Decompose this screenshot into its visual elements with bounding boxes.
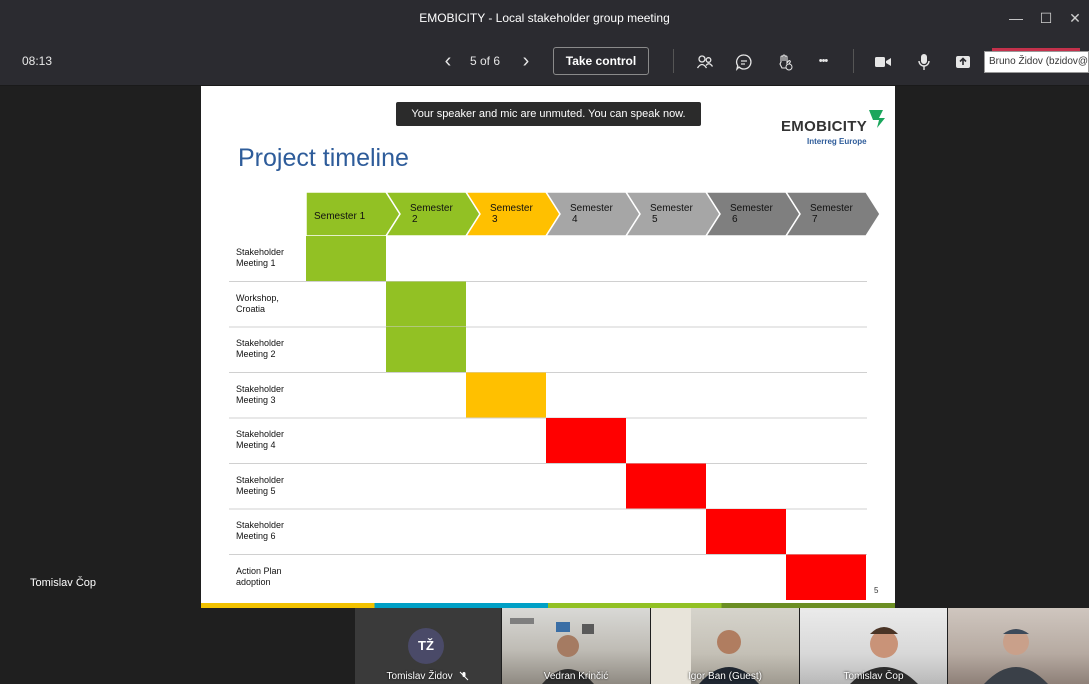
chat-icon (735, 54, 752, 72)
semester-number: 4 (572, 214, 578, 225)
semester-label: Semester (490, 203, 533, 214)
toolbar-divider (673, 49, 674, 73)
shared-slide: Project timeline EMOBICITY Interreg Euro… (201, 86, 895, 608)
previous-slide-button[interactable]: ‹ (440, 36, 456, 86)
row-label-line: Stakeholder (236, 383, 285, 394)
timeline-cell (386, 281, 466, 327)
row-label-line: Meeting 5 (236, 485, 276, 496)
microphone-icon (918, 54, 930, 71)
raise-hand-button[interactable] (772, 36, 798, 86)
people-icon (696, 55, 714, 69)
microphone-toggle-button[interactable] (911, 36, 937, 86)
timeline-row-label: Stakeholder Meeting 4 (236, 429, 284, 451)
timeline-cell (466, 372, 546, 418)
minimize-button[interactable]: — (1001, 0, 1031, 36)
user-name-tooltip: Bruno Židov (bzidov@e (984, 51, 1089, 73)
row-label-line: Stakeholder (236, 247, 285, 257)
semester-chevron (384, 191, 481, 237)
timeline-cell (786, 554, 866, 600)
timeline-row-label: Stakeholder Meeting 6 (236, 520, 284, 542)
timeline-cell (706, 509, 786, 555)
row-label-line: Stakeholder (236, 338, 285, 348)
row-label-line: adoption (236, 576, 271, 587)
next-slide-button[interactable]: › (518, 36, 534, 86)
toolbar-divider (853, 49, 854, 73)
participant-name: Igor Ban (Guest) (688, 671, 762, 682)
take-control-button[interactable]: Take control (553, 47, 649, 75)
share-content-button[interactable] (950, 36, 976, 86)
timeline-row-label: Action Plan adoption (236, 566, 282, 588)
participant-name: Tomislav Čop (843, 671, 904, 682)
participant-tile[interactable]: Vedran Krinčić (502, 608, 650, 684)
avatar: TŽ (408, 628, 444, 664)
participant-tile[interactable] (948, 608, 1089, 684)
slide-page-indicator: 5 of 6 (470, 54, 501, 68)
chat-button[interactable] (731, 36, 757, 86)
row-label-line: Stakeholder (236, 474, 285, 485)
timeline-row-label: Stakeholder Meeting 1 (236, 247, 284, 269)
semester-label: Semester (570, 203, 613, 214)
timeline-cell (386, 327, 466, 373)
more-actions-button[interactable]: ••• (810, 36, 836, 86)
semester-chevron (624, 191, 721, 237)
row-label-line: Meeting 6 (236, 531, 276, 541)
participant-video-silhouette (984, 629, 1048, 684)
close-button[interactable]: ✕ (1060, 0, 1089, 36)
row-label-line: Meeting 4 (236, 440, 276, 450)
window-title: EMOBICITY - Local stakeholder group meet… (419, 11, 670, 25)
semester-number: 2 (412, 214, 418, 225)
semester-number: 6 (732, 214, 738, 225)
camera-toggle-button[interactable] (870, 36, 896, 86)
timeline-chart: Semester 1Semester2Semester3Semester4Sem… (229, 191, 881, 600)
mic-off-icon (460, 672, 469, 681)
meeting-toolbar: 08:13 ‹ 5 of 6 › Take control ••• Bruno … (0, 36, 1089, 86)
participant-name: Vedran Krinčić (543, 671, 609, 682)
timeline-row-label: Stakeholder Meeting 3 (236, 384, 284, 406)
semester-number: 3 (492, 214, 498, 225)
row-label-line: Stakeholder (236, 520, 285, 530)
semester-label: Semester (410, 203, 453, 214)
semester-chevron (544, 191, 641, 237)
row-label-line: Meeting 3 (236, 394, 276, 405)
participants-button[interactable] (692, 36, 718, 86)
timeline-cell (306, 236, 386, 282)
timeline-row-label: Stakeholder Meeting 5 (236, 475, 284, 497)
timeline-row-label: Workshop, Croatia (236, 293, 279, 315)
semester-chevron (464, 191, 561, 237)
participant-name-text: Tomislav Židov (386, 671, 453, 682)
row-label-line: Meeting 2 (236, 349, 276, 359)
semester-chevron (704, 191, 801, 237)
semester-label: Semester 1 (314, 211, 366, 222)
participant-name: Tomislav Židov (355, 671, 501, 682)
share-tray-icon (956, 56, 970, 69)
semester-label: Semester (810, 203, 853, 214)
timeline-cell (546, 418, 626, 464)
raise-hand-icon (779, 54, 793, 71)
semester-number: 5 (652, 214, 658, 225)
window-titlebar: EMOBICITY - Local stakeholder group meet… (0, 0, 1089, 36)
maximize-button[interactable]: ☐ (1031, 0, 1061, 36)
row-label-line: Action Plan (236, 565, 282, 576)
participant-tile[interactable]: Igor Ban (Guest) (651, 608, 799, 684)
participant-tile[interactable]: TŽ Tomislav Židov (355, 608, 501, 684)
timeline-cell (626, 463, 706, 509)
meeting-timer: 08:13 (22, 54, 53, 68)
semester-chevron (784, 191, 881, 237)
slide-page-number: 5 (874, 586, 879, 595)
notification-banner: Your speaker and mic are unmuted. You ca… (396, 102, 701, 126)
presenter-name-label: Tomislav Čop (30, 577, 97, 589)
timeline-row-label: Stakeholder Meeting 2 (236, 338, 284, 360)
semester-label: Semester (730, 203, 773, 214)
row-label-line: Stakeholder (236, 429, 285, 439)
row-label-line: Meeting 1 (236, 258, 276, 268)
row-label-line: Workshop, (236, 292, 279, 303)
camera-icon (875, 57, 891, 68)
row-label-line: Croatia (236, 303, 266, 314)
semester-number: 7 (812, 214, 818, 225)
participant-tile[interactable]: Tomislav Čop (800, 608, 947, 684)
semester-label: Semester (650, 203, 693, 214)
